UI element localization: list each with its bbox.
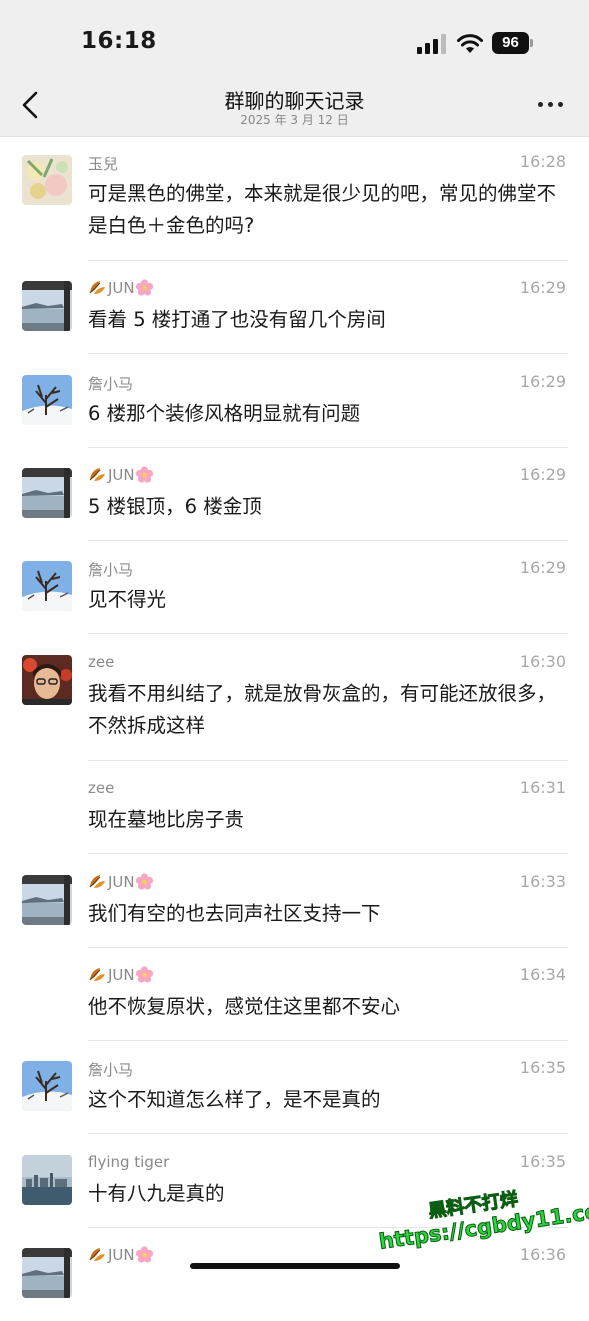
wifi-icon (457, 34, 483, 53)
divider (88, 447, 568, 448)
sender-name-text: JUN (108, 966, 135, 984)
cellular-signal-icon (417, 34, 446, 54)
message-text: 这个不知道怎么样了，是不是真的 (88, 1088, 381, 1111)
sender-name-text: 玉兒 (88, 155, 119, 173)
avatar[interactable] (22, 1248, 72, 1298)
sender-name-text: JUN (108, 466, 135, 484)
message-text: 我看不用纠结了，就是放骨灰盒的，有可能还放很多，不然拆成这样 (88, 682, 557, 737)
sender-name-text: flying tiger (88, 1153, 170, 1171)
message-text: 6 楼那个装修风格明显就有问题 (88, 402, 361, 425)
chat-message[interactable]: 詹小马 16:29 6 楼那个装修风格明显就有问题 (0, 370, 589, 448)
message-text: 他不恢复原状，感觉住这里都不安心 (88, 995, 401, 1018)
chat-message[interactable]: 玉兒 16:28 可是黑色的佛堂，本来就是很少见的吧，常见的佛堂不是白色＋金色的吗? (0, 150, 589, 261)
divider (88, 1040, 568, 1041)
sender-name: 詹小马 (88, 373, 133, 394)
message-text: 可是黑色的佛堂，本来就是很少见的吧，常见的佛堂不是白色＋金色的吗? (88, 182, 557, 237)
chat-message[interactable]: JUN 16:29 5 楼银顶，6 楼金顶 (0, 463, 589, 541)
divider (88, 260, 568, 261)
chat-message[interactable]: JUN 16:29 看着 5 楼打通了也没有留几个房间 (0, 276, 589, 354)
avatar[interactable] (22, 875, 72, 925)
avatar[interactable] (22, 375, 72, 425)
avatar[interactable] (22, 468, 72, 518)
nav-bar: 群聊的聊天记录 2025 年 3 月 12 日 (0, 76, 589, 137)
chat-message[interactable]: JUN 16:36 (0, 1243, 589, 1321)
sender-name-text: 詹小马 (88, 561, 134, 579)
battery-level: 96 (492, 32, 529, 54)
status-time: 16:18 (81, 28, 157, 54)
sender-name: zee (88, 779, 114, 797)
divider (88, 853, 568, 854)
chat-message[interactable]: 詹小马 16:29 见不得光 (0, 556, 589, 634)
sender-name: flying tiger (88, 1153, 169, 1171)
message-time: 16:36 (519, 1245, 566, 1264)
sender-name: JUN (88, 466, 155, 484)
status-bar: 16:18 96 (0, 0, 589, 76)
divider (88, 633, 568, 634)
message-time: 16:29 (519, 372, 566, 391)
sender-name-text: JUN (108, 873, 135, 891)
message-text: 5 楼银顶，6 楼金顶 (88, 495, 262, 518)
avatar[interactable] (22, 155, 72, 205)
divider (88, 353, 568, 354)
message-text: 看着 5 楼打通了也没有留几个房间 (88, 308, 386, 331)
sender-name-text: 詹小马 (88, 1061, 134, 1079)
avatar[interactable] (22, 655, 72, 705)
message-time: 16:34 (519, 965, 566, 984)
divider (88, 760, 568, 761)
avatar[interactable] (22, 1155, 72, 1205)
sender-name: 詹小马 (88, 559, 133, 580)
sender-name-text: JUN (108, 279, 135, 297)
message-time: 16:28 (519, 152, 566, 171)
sender-name-text: JUN (108, 1246, 135, 1264)
message-time: 16:33 (519, 872, 566, 891)
sender-name: zee (88, 653, 114, 671)
message-time: 16:29 (519, 558, 566, 577)
chat-message[interactable]: JUN 16:34 他不恢复原状，感觉住这里都不安心 (0, 963, 589, 1041)
more-options-icon[interactable] (536, 102, 566, 110)
divider (88, 1133, 568, 1134)
page-subtitle-date: 2025 年 3 月 12 日 (240, 113, 349, 127)
home-indicator[interactable] (190, 1263, 400, 1269)
message-time: 16:35 (519, 1152, 566, 1171)
chat-message[interactable]: 詹小马 16:35 这个不知道怎么样了，是不是真的 (0, 1056, 589, 1134)
page-title: 群聊的聊天记录 (224, 89, 365, 113)
message-text: 我们有空的也去同声社区支持一下 (88, 902, 381, 925)
message-time: 16:31 (519, 778, 566, 797)
sender-name-text: zee (88, 653, 115, 671)
message-time: 16:35 (519, 1058, 566, 1077)
sender-name: JUN (88, 279, 155, 297)
message-text: 见不得光 (88, 588, 167, 611)
divider (88, 947, 568, 948)
chat-message[interactable]: zee 16:31 现在墓地比房子贵 (0, 776, 589, 854)
sender-name: JUN (88, 873, 155, 891)
sender-name-text: zee (88, 779, 115, 797)
message-text: 现在墓地比房子贵 (88, 808, 245, 831)
divider (88, 540, 568, 541)
sender-name: JUN (88, 966, 155, 984)
sender-name-text: 詹小马 (88, 375, 134, 393)
message-time: 16:29 (519, 465, 566, 484)
battery-icon: 96 (492, 32, 534, 54)
chat-message[interactable]: JUN 16:33 我们有空的也去同声社区支持一下 (0, 870, 589, 948)
avatar[interactable] (22, 281, 72, 331)
sender-name: 玉兒 (88, 153, 118, 174)
chat-message[interactable]: zee 16:30 我看不用纠结了，就是放骨灰盒的，有可能还放很多，不然拆成这样 (0, 650, 589, 761)
avatar[interactable] (22, 561, 72, 611)
message-time: 16:30 (519, 652, 566, 671)
avatar[interactable] (22, 1061, 72, 1111)
sender-name: JUN (88, 1246, 155, 1264)
sender-name: 詹小马 (88, 1059, 133, 1080)
message-time: 16:29 (519, 278, 566, 297)
